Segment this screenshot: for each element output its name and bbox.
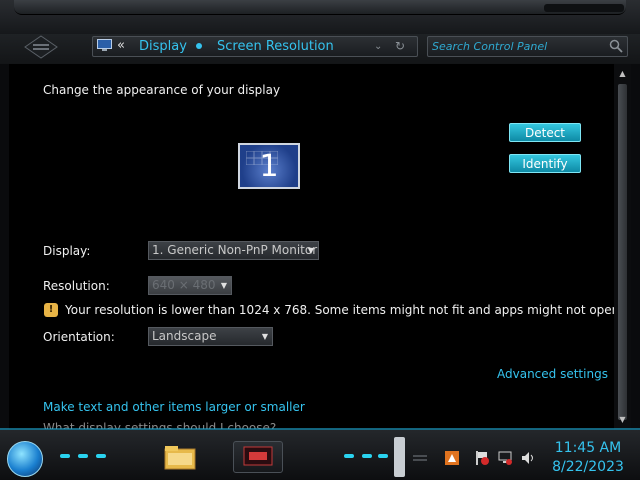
display-label: Display: <box>43 244 91 258</box>
taskbar-accent <box>378 454 388 458</box>
taskbar-accent <box>78 454 88 458</box>
search-input[interactable] <box>432 38 602 54</box>
scroll-up-icon[interactable]: ▲ <box>616 68 629 80</box>
show-desktop-lines-icon[interactable] <box>412 450 428 466</box>
scroll-thumb[interactable] <box>618 84 627 420</box>
scroll-down-icon[interactable]: ▼ <box>616 414 629 426</box>
resolution-select[interactable]: 640 × 480 ▼ <box>148 276 232 295</box>
display-select[interactable]: 1. Generic Non-PnP Monitor ▼ <box>148 241 319 260</box>
resolution-select-value: 640 × 480 <box>152 278 216 292</box>
display-select-value: 1. Generic Non-PnP Monitor <box>152 243 318 257</box>
vertical-scrollbar[interactable]: ▲ ▼ <box>614 64 631 429</box>
taskbar-accent <box>362 454 372 458</box>
taskbar-accent <box>60 454 70 458</box>
orientation-label: Orientation: <box>43 330 115 344</box>
address-bar[interactable]: « Display Screen Resolution ⌄ ↻ <box>92 36 418 57</box>
window-emblem-icon <box>24 35 58 59</box>
warning-icon: ! <box>44 303 58 317</box>
file-explorer-icon[interactable] <box>162 441 198 473</box>
control-panel-icon <box>97 39 112 51</box>
breadcrumb-screen-resolution[interactable]: Screen Resolution <box>217 38 334 55</box>
taskbar-scroll[interactable] <box>394 437 405 477</box>
window-frame-top <box>0 0 640 34</box>
volume-icon[interactable] <box>520 450 536 466</box>
network-icon[interactable] <box>497 450 513 466</box>
breadcrumb-display[interactable]: Display <box>139 38 187 55</box>
resolution-label: Resolution: <box>43 279 110 293</box>
identify-button[interactable]: Identify <box>509 154 581 173</box>
clock-time[interactable]: 11:45 AM <box>548 440 628 456</box>
chevron-down-icon[interactable]: ⌄ <box>374 37 382 56</box>
detect-button[interactable]: Detect <box>509 123 581 142</box>
breadcrumb-separator-icon <box>196 43 202 49</box>
search-box[interactable] <box>427 36 628 57</box>
orientation-select[interactable]: Landscape ▼ <box>148 327 273 346</box>
monitor-number: 1 <box>259 149 279 184</box>
back-chevrons-icon[interactable]: « <box>117 37 125 55</box>
control-panel-taskbar-button[interactable] <box>233 441 283 473</box>
refresh-icon[interactable]: ↻ <box>395 38 405 55</box>
text-size-link[interactable]: Make text and other items larger or smal… <box>43 400 305 414</box>
clock-date[interactable]: 8/22/2023 <box>548 459 628 475</box>
search-icon[interactable] <box>609 39 623 53</box>
control-panel-app-icon <box>243 446 273 466</box>
frame-notch <box>544 4 624 12</box>
taskbar-accent <box>96 454 106 458</box>
chevron-down-icon: ▼ <box>261 332 268 341</box>
orientation-select-value: Landscape <box>152 329 217 343</box>
chevron-down-icon: ▼ <box>220 281 227 290</box>
taskbar-accent <box>344 454 354 458</box>
page-title: Change the appearance of your display <box>43 83 281 97</box>
app-tray-icon[interactable] <box>444 450 460 466</box>
advanced-settings-link[interactable]: Advanced settings <box>497 367 608 381</box>
chevron-down-icon: ▼ <box>307 246 314 255</box>
resolution-warning-text: Your resolution is lower than 1024 x 768… <box>65 303 624 317</box>
action-center-flag-icon[interactable] <box>474 450 490 466</box>
title-strip <box>14 0 626 15</box>
monitor-preview[interactable]: 1 <box>238 143 300 189</box>
start-button[interactable] <box>7 441 43 477</box>
